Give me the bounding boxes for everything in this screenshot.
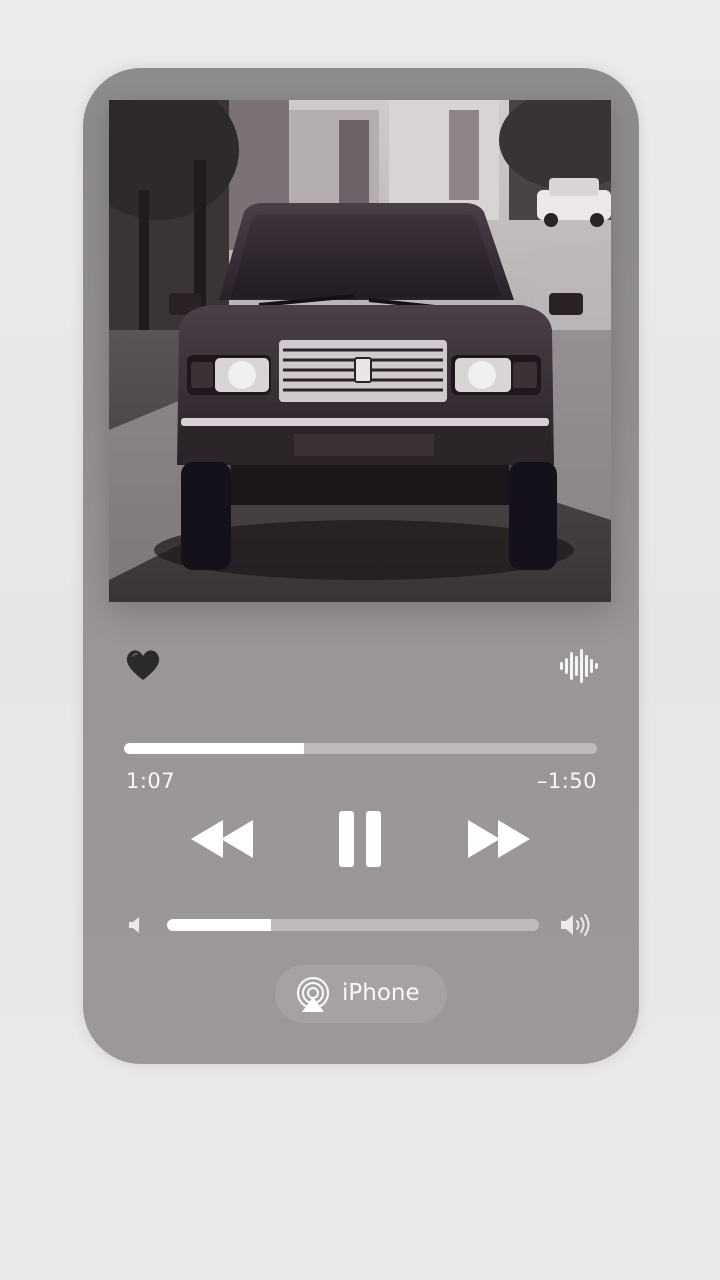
elapsed-time: 1:07 <box>126 769 176 793</box>
heart-icon[interactable] <box>125 648 161 684</box>
airplay-output-button[interactable]: iPhone <box>275 965 447 1023</box>
now-playing-card: 1:07 –1:50 iPhone <box>83 68 639 1064</box>
output-device-label: iPhone <box>342 980 420 1006</box>
rewind-icon[interactable] <box>189 808 255 870</box>
volume-level-fill <box>167 919 272 931</box>
speaker-high-icon <box>561 914 590 936</box>
playback-scrubber[interactable] <box>124 743 597 754</box>
speaker-low-icon <box>129 917 139 933</box>
playback-progress-fill <box>124 743 304 754</box>
airplay-icon <box>296 977 330 1012</box>
volume-slider[interactable] <box>167 919 539 931</box>
album-artwork[interactable] <box>109 100 611 602</box>
waveform-icon[interactable] <box>559 648 599 684</box>
remaining-time: –1:50 <box>536 769 597 793</box>
fast-forward-icon[interactable] <box>466 808 532 870</box>
car-photo <box>109 100 611 602</box>
pause-icon[interactable] <box>335 808 385 870</box>
